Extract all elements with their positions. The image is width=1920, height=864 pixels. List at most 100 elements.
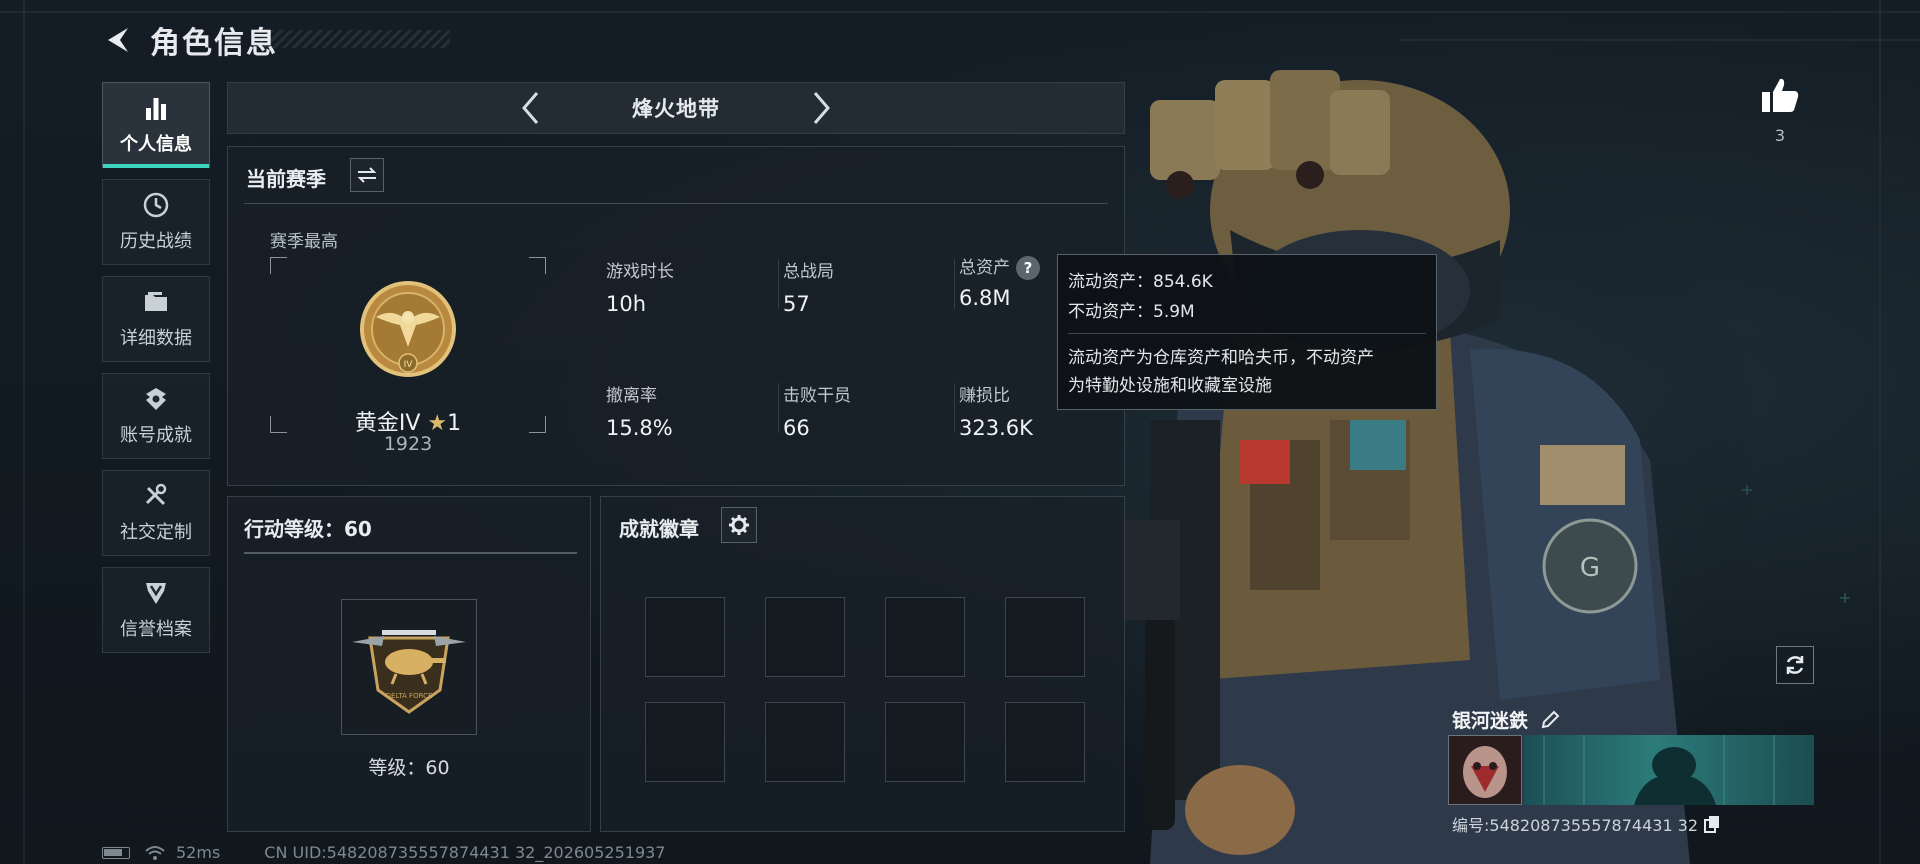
badge-caption: DELTA FORCE [386, 692, 433, 700]
stat-total-matches: 总战局 57 [783, 257, 834, 316]
player-id: 编号:548208735557874431 32 [1452, 816, 1699, 835]
sidebar-item-label: 信誉档案 [120, 619, 192, 640]
stat-label: 游戏时长 [606, 262, 674, 282]
banner-image [1543, 735, 1775, 805]
stat-separator [954, 259, 955, 309]
tooltip-description: 流动资产为仓库资产和哈夫币，不动资产 为特勤处设施和收藏室设施 [1068, 344, 1426, 400]
sidebar-item-label: 历史战绩 [120, 231, 192, 252]
stat-play-time: 游戏时长 10h [606, 257, 674, 316]
page-header: 角色信息 [100, 18, 278, 62]
assets-tooltip: 流动资产：854.6K 不动资产：5.9M 流动资产为仓库资产和哈夫币，不动资产… [1057, 254, 1437, 410]
tooltip-divider [1068, 333, 1426, 334]
sidebar-item-detail-data[interactable]: 详细数据 [102, 276, 210, 362]
achievement-slot[interactable] [645, 702, 725, 782]
status-footer: 52ms CN UID:548208735557874431 32_202605… [102, 843, 665, 862]
gold-rank-medal-icon: IV [360, 281, 456, 377]
copy-icon[interactable] [1704, 815, 1720, 833]
achievement-medal-icon [146, 388, 166, 410]
chevron-left-icon [522, 92, 539, 124]
stat-label: 击败干员 [783, 386, 851, 406]
stat-label: 赚损比 [959, 386, 1010, 406]
profile-banner[interactable] [1524, 735, 1814, 805]
player-id-row: 编号:548208735557874431 32 [1452, 812, 1720, 836]
level-value: 等级：60 [368, 757, 450, 779]
sidebar-item-label: 社交定制 [120, 522, 192, 543]
shield-rank-icon [146, 583, 166, 604]
stat-profit-loss: 赚损比 323.6K [959, 381, 1033, 440]
mode-next-button[interactable] [801, 88, 841, 128]
like-count: 3 [1774, 126, 1786, 145]
avatar[interactable] [1448, 735, 1522, 805]
avatar-image [1449, 736, 1521, 804]
stat-value: 66 [783, 416, 810, 440]
player-name-row: 银河迷鉄 [1452, 706, 1560, 733]
sidebar-item-credit[interactable]: 信誉档案 [102, 567, 210, 653]
stat-value: 15.8% [606, 416, 673, 440]
level-badge[interactable]: DELTA FORCE [341, 599, 477, 735]
svg-text:IV: IV [404, 360, 414, 370]
frame-corner [529, 257, 546, 274]
stat-operators-defeated: 击败干员 66 [783, 381, 851, 440]
folder-icon [145, 292, 167, 311]
history-clock-icon [143, 192, 169, 218]
tooltip-description-line: 为特勤处设施和收藏室设施 [1068, 376, 1272, 396]
stat-separator [954, 383, 955, 433]
mode-prev-button[interactable] [511, 88, 551, 128]
level-divider [244, 552, 577, 554]
season-divider [244, 203, 1108, 204]
achievement-slot[interactable] [1005, 597, 1085, 677]
sidebar-item-personal-info[interactable]: 个人信息 [102, 82, 210, 168]
stat-value: 6.8M [959, 286, 1011, 310]
stat-label: 总战局 [783, 262, 834, 282]
uid-text: CN UID:548208735557874431 32_20260525193… [264, 843, 666, 862]
stat-label: 撤离率 [606, 386, 657, 406]
achievement-slot[interactable] [1005, 702, 1085, 782]
frame-corner [270, 257, 287, 274]
season-best-label: 赛季最高 [270, 232, 338, 252]
season-panel: 当前赛季 赛季最高 IV 黄金IV ★1 1923 游戏时长 10h 总战局 5… [227, 146, 1125, 486]
back-button[interactable] [100, 22, 136, 58]
sidebar-item-history[interactable]: 历史战绩 [102, 179, 210, 265]
battery-icon [102, 846, 130, 859]
stat-value: 10h [606, 292, 647, 316]
sidebar-item-label: 详细数据 [120, 328, 192, 349]
achievement-slot[interactable] [645, 597, 725, 677]
sidebar-item-social[interactable]: 社交定制 [102, 470, 210, 556]
achievement-slot[interactable] [885, 702, 965, 782]
stat-value: 57 [783, 292, 810, 316]
stat-label: 总资产 [959, 258, 1010, 278]
like-button[interactable] [1760, 76, 1800, 118]
edit-pencil-icon[interactable] [1540, 710, 1560, 730]
rank-score: 1923 [383, 433, 433, 455]
gear-icon [729, 515, 749, 535]
swap-arrows-icon [357, 167, 377, 183]
thumbs-up-icon [1762, 78, 1799, 112]
season-title: 当前赛季 [246, 167, 326, 191]
tools-icon [145, 483, 167, 506]
mode-selector: 烽火地带 [227, 82, 1125, 134]
chevron-right-icon [813, 92, 830, 124]
season-switch-button[interactable] [350, 158, 384, 192]
sidebar-item-label: 个人信息 [120, 134, 192, 155]
achievement-slot[interactable] [885, 597, 965, 677]
stat-extract-rate: 撤离率 15.8% [606, 381, 673, 440]
tooltip-liquid-assets: 流动资产：854.6K [1068, 272, 1213, 292]
achievement-settings-button[interactable] [721, 507, 757, 543]
achievements-title: 成就徽章 [619, 517, 699, 541]
achievement-slot[interactable] [765, 702, 845, 782]
stat-label-row: 总资产? [959, 253, 1040, 280]
help-question-icon[interactable]: ? [1016, 256, 1040, 280]
player-name: 银河迷鉄 [1452, 710, 1529, 732]
action-level-title: 行动等级：60 [244, 517, 372, 541]
title-decoration [260, 30, 450, 48]
back-arrow-icon [108, 28, 128, 52]
bar-chart-icon [146, 98, 166, 120]
sidebar-item-achievements[interactable]: 账号成就 [102, 373, 210, 459]
wifi-icon [145, 845, 165, 860]
ping-value: 52ms [176, 843, 221, 862]
stat-separator [778, 259, 779, 309]
svg-text:G: G [1580, 553, 1600, 583]
refresh-button[interactable] [1776, 646, 1814, 684]
mode-name: 烽火地带 [632, 97, 720, 121]
achievement-slot[interactable] [765, 597, 845, 677]
